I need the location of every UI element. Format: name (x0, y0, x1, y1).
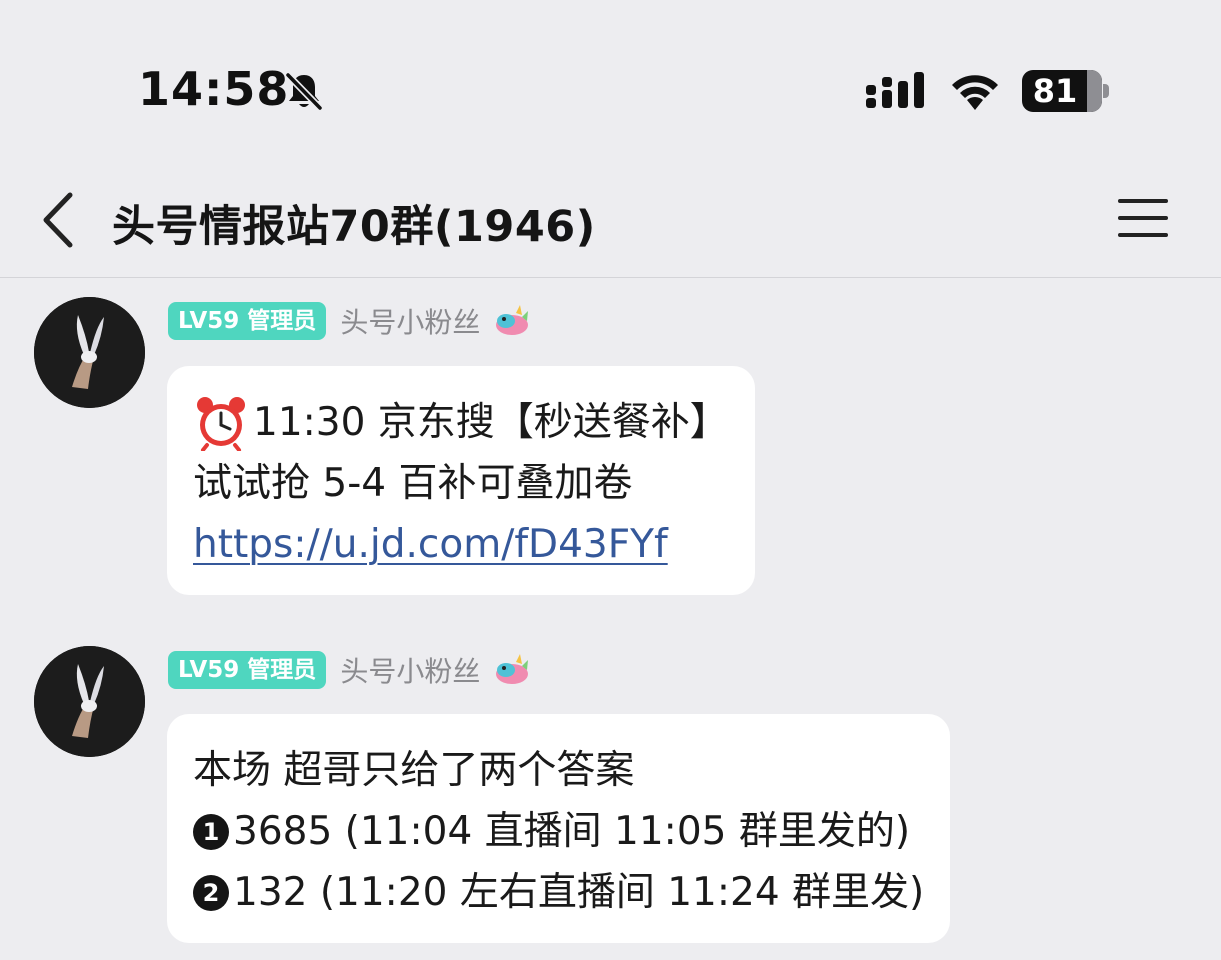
signal-icon (866, 72, 924, 108)
message-line: 本场 超哥只给了两个答案 (193, 740, 924, 801)
number-marker-icon: 1 (193, 813, 229, 850)
level-badge: LV59 管理员 (168, 302, 327, 340)
avatar-image (34, 646, 145, 757)
sender-row: LV59 管理员 头号小粉丝 (168, 301, 532, 341)
dragon-icon (496, 654, 529, 684)
chevron-left-icon[interactable] (38, 190, 82, 250)
battery-empty (1086, 70, 1102, 112)
sender-row: LV59 管理员 头号小粉丝 (168, 650, 532, 690)
message-text: 11:30 京东搜【秒送餐补】 (253, 400, 729, 445)
message-text: 本场 超哥只给了两个答案 (193, 748, 635, 793)
wifi-icon (952, 75, 998, 110)
chat-message: LV59 管理员 头号小粉丝 11:30 京东搜【秒送餐补】 试试抢 5-4 百… (0, 296, 1221, 596)
message-line: 2 132 (11:20 左右直播间 11:24 群里发) (193, 862, 924, 923)
status-bar: 14:58 81 (0, 0, 1221, 170)
chat-message: LV59 管理员 头号小粉丝 本场 超哥只给了两个答案 1 3685 (11:0… (0, 645, 1221, 945)
dragon-icon (496, 305, 529, 335)
avatar-image (34, 297, 145, 408)
message-bubble[interactable]: 本场 超哥只给了两个答案 1 3685 (11:04 直播间 11:05 群里发… (167, 714, 951, 943)
battery-cap (1103, 84, 1109, 98)
chat-title: 头号情报站70群(1946) (112, 202, 596, 252)
avatar[interactable] (34, 297, 145, 408)
message-line: 试试抢 5-4 百补可叠加卷 (193, 453, 729, 514)
message-link[interactable]: https://u.jd.com/fD43FYf (193, 514, 668, 575)
battery-icon: 81 (1022, 70, 1102, 112)
message-text: 132 (11:20 左右直播间 11:24 群里发) (233, 870, 925, 915)
level-badge: LV59 管理员 (168, 651, 327, 689)
message-line: 1 3685 (11:04 直播间 11:05 群里发的) (193, 801, 924, 862)
bell-slash-icon (285, 72, 323, 111)
avatar[interactable] (34, 646, 145, 757)
battery-label: 81 (1032, 72, 1078, 110)
message-bubble[interactable]: 11:30 京东搜【秒送餐补】 试试抢 5-4 百补可叠加卷 https://u… (167, 366, 755, 595)
sender-name[interactable]: 头号小粉丝 (340, 650, 480, 690)
status-time: 14:58 (138, 62, 290, 116)
nav-bar: 头号情报站70群(1946) (0, 170, 1221, 278)
message-text: 试试抢 5-4 百补可叠加卷 (193, 461, 633, 506)
hamburger-menu-icon[interactable] (1118, 197, 1170, 239)
alarm-clock-icon (197, 396, 245, 451)
sender-name[interactable]: 头号小粉丝 (340, 301, 480, 341)
chat-screen: 14:58 81 头号情报站70群(1946) LV59 管理员 头号小粉丝 1… (0, 0, 1221, 960)
message-line: 11:30 京东搜【秒送餐补】 (193, 392, 729, 453)
number-marker-icon: 2 (193, 874, 229, 911)
message-text: 3685 (11:04 直播间 11:05 群里发的) (233, 809, 911, 854)
message-line: https://u.jd.com/fD43FYf (193, 514, 729, 575)
